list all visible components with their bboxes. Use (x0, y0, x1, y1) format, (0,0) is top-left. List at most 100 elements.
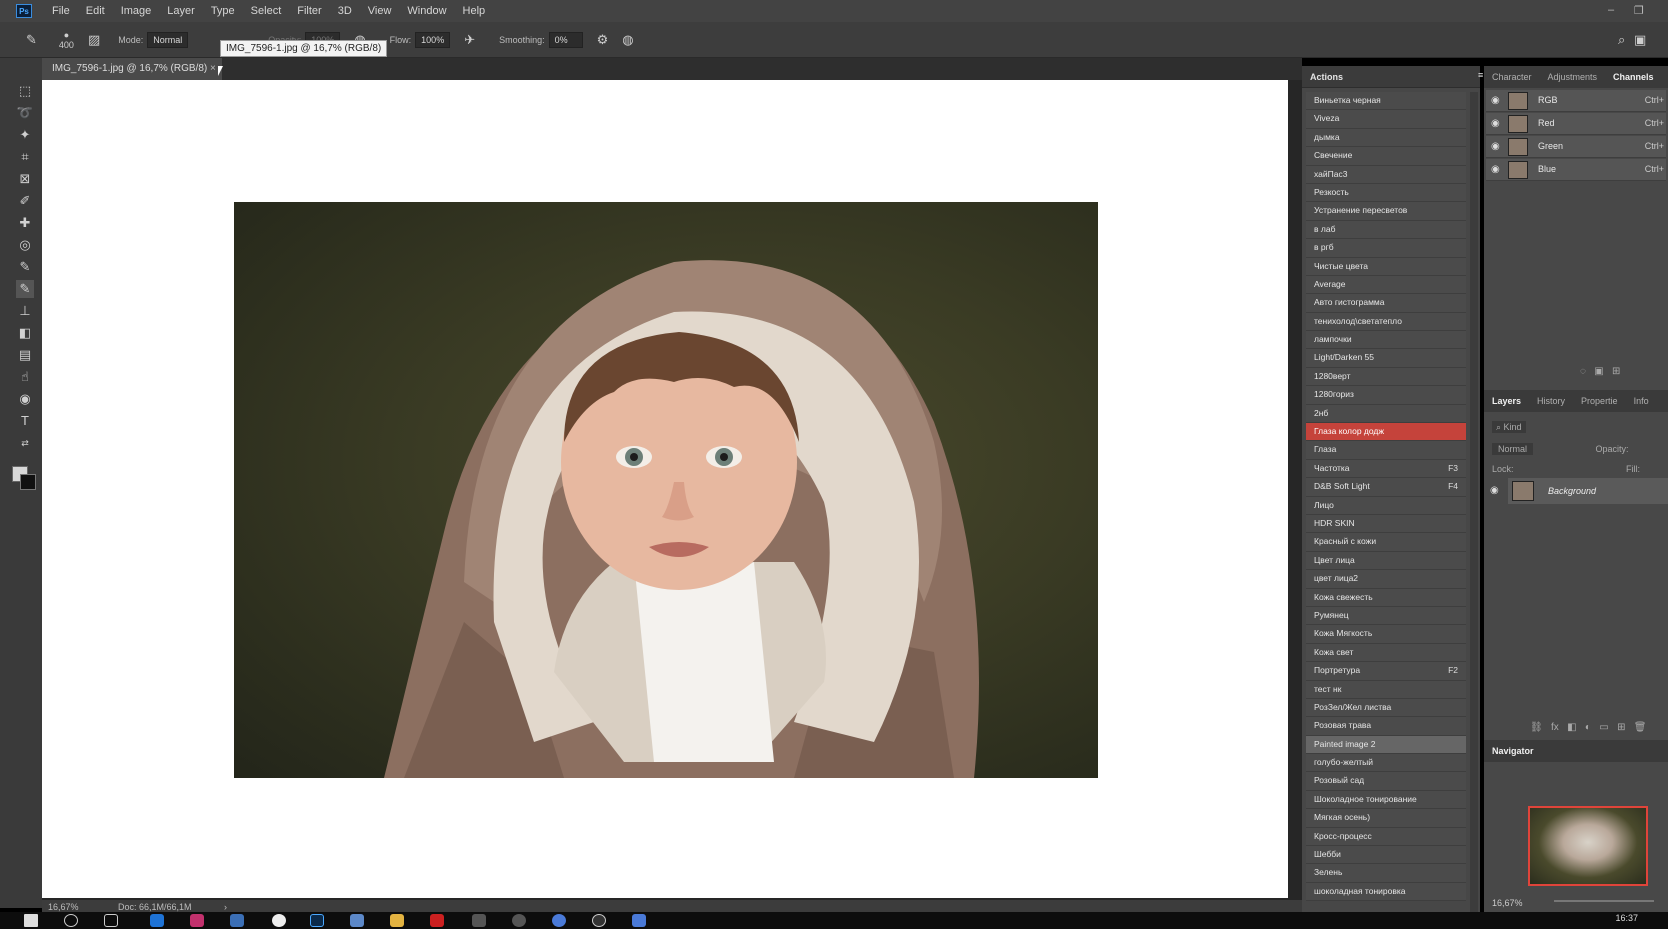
action-item[interactable]: цвет лица2 (1306, 570, 1466, 589)
action-item[interactable]: Кожа свежесть (1306, 588, 1466, 607)
action-item[interactable]: Частотка F3 (1306, 459, 1466, 479)
layer-kind-filter[interactable]: ⌕ Kind (1492, 421, 1526, 433)
restore-icon[interactable]: ❐ (1634, 4, 1644, 17)
tab-adjustments[interactable]: Adjustments (1540, 72, 1606, 82)
brush-tool-icon[interactable]: ✎ (16, 280, 34, 298)
airbrush-icon[interactable]: ✈ (464, 32, 475, 48)
action-item[interactable]: Чистые цвета (1306, 257, 1466, 276)
action-item[interactable]: Глаза (1306, 441, 1466, 460)
action-item[interactable]: шоколадная тонировка (1306, 882, 1466, 902)
document-photo[interactable] (234, 202, 1098, 778)
action-item[interactable]: Зелень (1306, 864, 1466, 883)
action-item[interactable]: Кожа свет (1306, 643, 1466, 663)
flow-field[interactable]: 100% (415, 31, 451, 48)
action-item[interactable]: Глаза колор додж (1306, 423, 1466, 442)
channel-row-blue[interactable]: ◉ Blue Ctrl+ (1486, 159, 1666, 181)
menu-filter[interactable]: Filter (289, 5, 329, 17)
healing-brush-tool-icon[interactable]: ✚ (16, 214, 34, 232)
action-item[interactable]: Viveza (1306, 110, 1466, 129)
gear-icon[interactable]: ⚙ (597, 32, 609, 48)
gradient-tool-icon[interactable]: ▤ (16, 346, 34, 364)
action-item[interactable]: Розовый сад (1306, 772, 1466, 791)
type-tool-icon[interactable]: T (16, 412, 34, 430)
app-icon[interactable] (472, 914, 486, 927)
mode-select[interactable]: Normal (147, 31, 189, 48)
app-icon[interactable] (350, 914, 364, 927)
channel-row-green[interactable]: ◉ Green Ctrl+ (1486, 136, 1666, 158)
eye-icon[interactable]: ◉ (1491, 164, 1500, 175)
action-item[interactable]: Портретура F2 (1306, 662, 1466, 681)
blend-mode-select[interactable]: Normal (1492, 443, 1534, 455)
background-color-swatch[interactable] (20, 474, 36, 490)
document-tab[interactable]: IMG_7596-1.jpg @ 16,7% (RGB/8) × (42, 58, 222, 80)
navigator-zoom-slider[interactable] (1554, 900, 1654, 902)
menu-layer[interactable]: Layer (159, 5, 203, 17)
eye-icon[interactable]: ◉ (1491, 95, 1500, 106)
marquee-tool-icon[interactable]: ⬚ (16, 82, 34, 100)
action-item[interactable]: Виньетка черная (1306, 92, 1466, 111)
menu-window[interactable]: Window (399, 5, 454, 17)
tab-character[interactable]: Character (1484, 72, 1540, 82)
close-icon[interactable]: × (210, 63, 216, 74)
eye-icon[interactable]: ◉ (1491, 141, 1500, 152)
action-item[interactable]: Average (1306, 275, 1466, 295)
app-icon[interactable] (552, 914, 566, 927)
action-item[interactable]: Устранение пересветов (1306, 202, 1466, 221)
tab-properties[interactable]: Propertie (1573, 396, 1626, 406)
action-item[interactable]: HDR SKIN (1306, 514, 1466, 534)
tab-info[interactable]: Info (1626, 396, 1657, 406)
action-item[interactable]: Кросс-процесс (1306, 827, 1466, 847)
menu-edit[interactable]: Edit (78, 5, 113, 17)
swap-colors-icon[interactable]: ⇄ (16, 434, 34, 452)
navigator-zoom[interactable]: 16,67% (1492, 898, 1523, 908)
action-item[interactable]: Шебби (1306, 846, 1466, 865)
quick-select-tool-icon[interactable]: ✦ (16, 126, 34, 144)
search-icon[interactable]: ⌕ (1618, 32, 1625, 48)
actions-panel-title[interactable]: Actions (1310, 72, 1343, 82)
action-item[interactable]: Свечение (1306, 147, 1466, 166)
browser-icon[interactable] (150, 914, 164, 927)
eyedropper-tool-icon[interactable]: ✐ (16, 192, 34, 210)
action-item[interactable]: 1280верт (1306, 367, 1466, 387)
menu-image[interactable]: Image (113, 5, 160, 17)
patch-tool-icon[interactable]: ◎ (16, 236, 34, 254)
action-item[interactable]: хайПас3 (1306, 165, 1466, 184)
start-icon[interactable] (24, 914, 38, 927)
brush-preset-picker[interactable]: ● 400 (59, 30, 74, 50)
minimize-icon[interactable]: – (1608, 4, 1614, 16)
pressure-size-icon[interactable]: ◍ (622, 32, 633, 48)
action-item[interactable]: тест нк (1306, 680, 1466, 699)
action-item[interactable]: Красный с кожи (1306, 533, 1466, 552)
instagram-icon[interactable] (190, 914, 204, 927)
action-item[interactable]: Румянец (1306, 606, 1466, 626)
dodge-tool-icon[interactable]: ◉ (16, 390, 34, 408)
action-item[interactable]: Painted image 2 (1306, 735, 1466, 755)
actions-scrollbar[interactable] (1470, 92, 1478, 912)
action-item[interactable]: голубо-желтый (1306, 754, 1466, 773)
layer-row-background[interactable]: ◉ Background (1490, 478, 1668, 504)
menu-help[interactable]: Help (455, 5, 494, 17)
action-item[interactable]: Light/Darken 55 (1306, 349, 1466, 368)
action-item[interactable]: дымка (1306, 128, 1466, 148)
app-icon[interactable] (632, 914, 646, 927)
eye-icon[interactable]: ◉ (1491, 118, 1500, 129)
word-icon[interactable] (230, 914, 244, 927)
brush-settings-icon[interactable]: ▨ (88, 32, 100, 48)
action-item[interactable]: Розовая трава (1306, 717, 1466, 736)
menu-type[interactable]: Type (203, 5, 243, 17)
menu-file[interactable]: File (44, 5, 78, 17)
action-item[interactable]: 2нб (1306, 404, 1466, 424)
action-item[interactable]: РозЗел/Жел листва (1306, 698, 1466, 718)
layer-actions-icons[interactable]: ⛓ fx ◧ ◐ ▭ ⊞ 🗑 (1530, 722, 1647, 733)
frame-tool-icon[interactable]: ⊠ (16, 170, 34, 188)
action-item[interactable]: Шоколадное тонирование (1306, 790, 1466, 810)
eraser-tool-icon[interactable]: ◧ (16, 324, 34, 342)
action-item[interactable]: 1280гориз (1306, 386, 1466, 405)
panel-menu-icon[interactable]: ≡ (1470, 70, 1483, 80)
action-item[interactable]: Авто гистограмма (1306, 294, 1466, 313)
action-item[interactable]: Кожа Мягкость (1306, 625, 1466, 644)
menu-select[interactable]: Select (243, 5, 290, 17)
search-icon[interactable] (64, 914, 78, 927)
status-menu-arrow-icon[interactable]: › (224, 902, 227, 912)
tab-history[interactable]: History (1529, 396, 1573, 406)
